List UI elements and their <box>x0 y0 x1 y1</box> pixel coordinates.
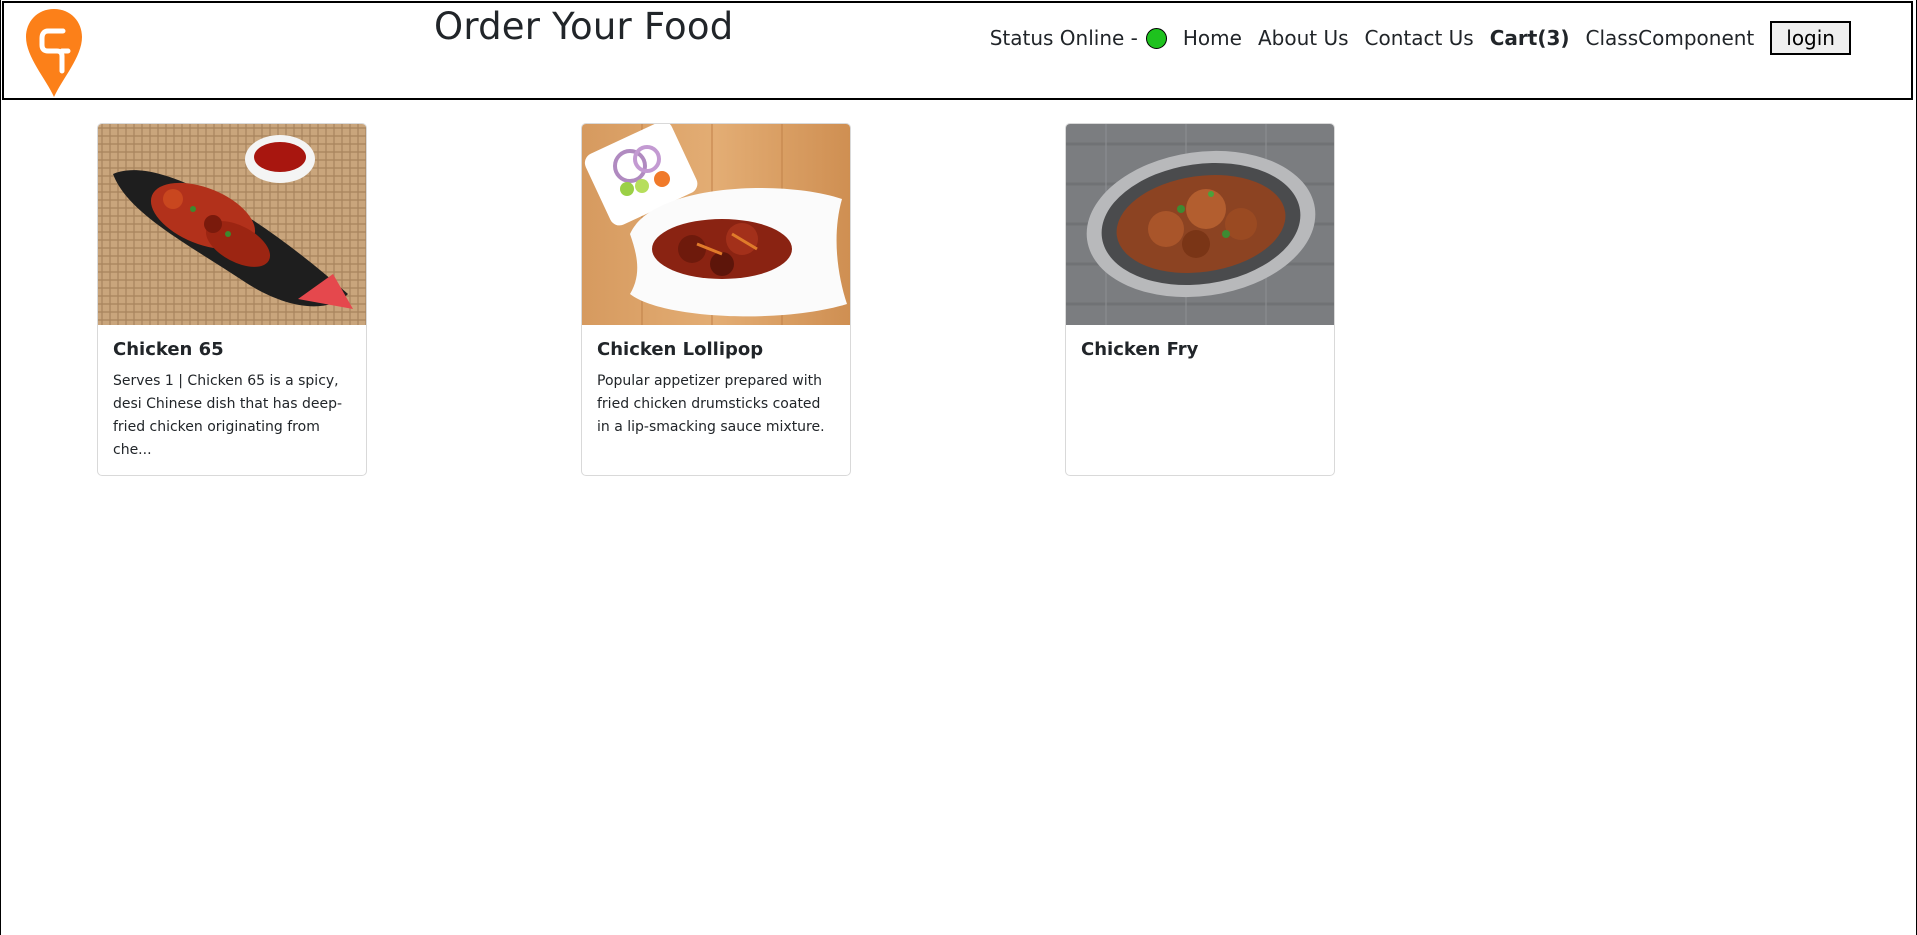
nav-class-component-link[interactable]: ClassComponent <box>1586 26 1755 50</box>
page: Order Your Food Status Online - Home Abo… <box>0 0 1917 935</box>
card-title: Chicken 65 <box>113 339 224 360</box>
nav-contact-link[interactable]: Contact Us <box>1365 26 1474 50</box>
card-body: Chicken Lollipop Popular appetizer prepa… <box>582 325 850 439</box>
main-nav: Status Online - Home About Us Contact Us… <box>990 21 1851 55</box>
online-status: Status Online - <box>990 26 1167 50</box>
site-header: Order Your Food Status Online - Home Abo… <box>2 1 1913 100</box>
card-description: Serves 1 | Chicken 65 is a spicy, desi C… <box>113 373 343 458</box>
nav-home-link[interactable]: Home <box>1183 26 1242 50</box>
card-body: Chicken 65 Serves 1 | Chicken 65 is a sp… <box>98 325 366 462</box>
food-card[interactable]: Chicken Lollipop Popular appetizer prepa… <box>581 123 851 476</box>
status-label: Status Online - <box>989 26 1138 50</box>
swiggy-logo-icon[interactable] <box>24 7 84 99</box>
nav-cart-link[interactable]: Cart(3) <box>1490 26 1570 50</box>
food-card[interactable]: Chicken Fry <box>1065 123 1335 476</box>
login-button[interactable]: login <box>1770 21 1851 55</box>
card-body: Chicken Fry <box>1066 325 1334 360</box>
food-image <box>1066 124 1334 325</box>
card-description: Popular appetizer prepared with fried ch… <box>597 373 825 435</box>
food-image <box>98 124 366 325</box>
food-image <box>582 124 850 325</box>
card-title: Chicken Lollipop <box>597 339 764 360</box>
page-title: Order Your Food <box>434 5 734 48</box>
card-title: Chicken Fry <box>1081 339 1199 360</box>
food-card[interactable]: Chicken 65 Serves 1 | Chicken 65 is a sp… <box>97 123 367 476</box>
status-online-indicator <box>1145 27 1167 49</box>
nav-about-link[interactable]: About Us <box>1258 26 1349 50</box>
